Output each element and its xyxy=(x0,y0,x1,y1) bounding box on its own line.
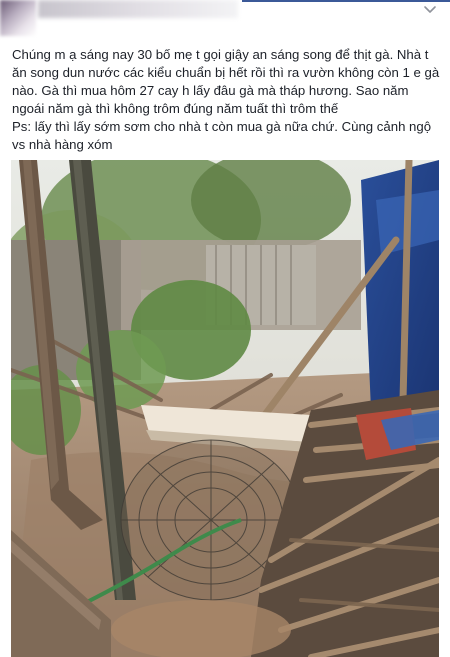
avatar[interactable] xyxy=(0,0,36,36)
post-photo[interactable] xyxy=(11,160,439,657)
facebook-post: Chúng m ạ sáng nay 30 bố mẹ t gọi giậy a… xyxy=(0,0,450,657)
garden-photo-illustration xyxy=(11,160,439,657)
chevron-down-icon[interactable] xyxy=(422,3,438,15)
header-divider xyxy=(242,0,450,2)
post-header xyxy=(0,0,450,36)
author-name-blurred[interactable] xyxy=(38,0,238,18)
post-paragraph-ps: Ps: lấy thì lấy sớm sơm cho nhà t còn mu… xyxy=(12,119,432,152)
post-paragraph-main: Chúng m ạ sáng nay 30 bố mẹ t gọi giậy a… xyxy=(12,47,440,116)
post-message: Chúng m ạ sáng nay 30 bố mẹ t gọi giậy a… xyxy=(12,46,442,154)
